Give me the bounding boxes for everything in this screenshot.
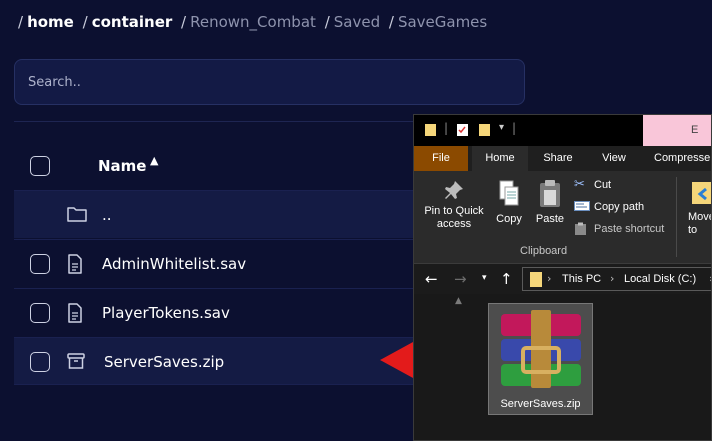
ribbon: Pin to Quick access Copy Paste ✂ Cut Cop… bbox=[414, 171, 711, 264]
separator-icon: | bbox=[512, 121, 517, 135]
folder-icon bbox=[66, 204, 88, 228]
row-checkbox[interactable] bbox=[30, 254, 50, 274]
file-name[interactable]: PlayerTokens.sav bbox=[102, 304, 230, 322]
chevron-right-icon[interactable]: › bbox=[547, 272, 551, 285]
tab-view[interactable]: View bbox=[594, 146, 634, 171]
select-all-checkbox[interactable] bbox=[30, 156, 50, 176]
pc-folder-icon bbox=[530, 272, 542, 287]
scissors-icon: ✂ bbox=[574, 176, 585, 191]
paste-label: Paste bbox=[535, 213, 565, 225]
document-icon bbox=[66, 253, 84, 279]
title-bar: | ▾ | E bbox=[414, 115, 711, 146]
copy-button[interactable]: Copy bbox=[492, 179, 526, 226]
explorer-window: | ▾ | E File Home Share View Compresse P… bbox=[413, 114, 712, 441]
file-name[interactable]: .. bbox=[102, 206, 112, 224]
file-tile-label: ServerSaves.zip bbox=[500, 398, 581, 410]
breadcrumb-separator: / bbox=[82, 13, 88, 31]
address-this-pc[interactable]: This PC bbox=[562, 273, 601, 285]
tab-share[interactable]: Share bbox=[534, 146, 582, 171]
move-to-label: Move to bbox=[688, 211, 711, 236]
breadcrumb-container[interactable]: container bbox=[92, 13, 173, 31]
breadcrumb: / home / container / Renown_Combat / Saved /… bbox=[14, 13, 487, 31]
new-folder-icon[interactable] bbox=[478, 123, 492, 137]
breadcrumb-separator: / bbox=[324, 13, 330, 31]
pin-label: Pin to Quick access bbox=[424, 205, 484, 230]
title-tab[interactable]: E bbox=[643, 115, 711, 146]
breadcrumb-separator: / bbox=[18, 13, 24, 31]
tab-file[interactable]: File bbox=[414, 146, 468, 171]
name-column-header[interactable]: Name bbox=[98, 157, 146, 175]
up-arrow-icon[interactable]: ↑ bbox=[500, 270, 513, 288]
copy-icon bbox=[499, 180, 519, 206]
tab-compressed[interactable]: Compresse bbox=[654, 146, 711, 171]
sort-ascending-icon[interactable]: ▲ bbox=[150, 154, 158, 167]
pin-to-quick-access-button[interactable]: Pin to Quick access bbox=[418, 179, 490, 231]
back-arrow-icon[interactable]: ← bbox=[425, 270, 438, 288]
row-checkbox[interactable] bbox=[30, 352, 50, 372]
properties-icon[interactable] bbox=[456, 123, 470, 137]
breadcrumb-savegames[interactable]: SaveGames bbox=[398, 13, 487, 31]
copy-path-label: Copy path bbox=[594, 201, 645, 213]
paste-icon bbox=[540, 180, 560, 207]
cut-label: Cut bbox=[594, 179, 612, 191]
scroll-up-icon[interactable]: ▲ bbox=[455, 296, 462, 306]
breadcrumb-separator: / bbox=[388, 13, 394, 31]
ribbon-divider bbox=[676, 177, 677, 257]
archive-icon bbox=[66, 351, 86, 375]
file-name[interactable]: AdminWhitelist.sav bbox=[102, 255, 246, 273]
row-checkbox[interactable] bbox=[30, 303, 50, 323]
clipboard-group-label: Clipboard bbox=[520, 245, 568, 257]
pin-icon bbox=[445, 181, 463, 199]
folder-icon[interactable] bbox=[424, 123, 438, 137]
chevron-right-icon[interactable]: › bbox=[610, 272, 614, 285]
paste-shortcut-label: Paste shortcut bbox=[594, 223, 665, 235]
breadcrumb-renown-combat[interactable]: Renown_Combat bbox=[190, 13, 316, 31]
copy-path-icon bbox=[574, 201, 590, 211]
forward-arrow-icon[interactable]: → bbox=[454, 270, 467, 288]
document-icon bbox=[66, 302, 84, 328]
file-name[interactable]: ServerSaves.zip bbox=[104, 353, 224, 371]
customize-toolbar-icon[interactable]: ▾ bbox=[499, 122, 504, 133]
winrar-archive-icon bbox=[501, 310, 581, 388]
address-local-disk[interactable]: Local Disk (C:) bbox=[624, 273, 696, 285]
move-to-button[interactable]: Move to bbox=[684, 179, 711, 237]
address-field[interactable]: › This PC › Local Disk (C:) › bbox=[522, 267, 711, 291]
search-input[interactable] bbox=[15, 60, 524, 104]
paste-shortcut-icon bbox=[575, 222, 586, 235]
recent-locations-icon[interactable]: ▾ bbox=[482, 273, 487, 283]
file-view: ▲ ServerSaves.zip bbox=[414, 294, 711, 440]
tab-home[interactable]: Home bbox=[472, 146, 528, 171]
breadcrumb-home[interactable]: home bbox=[27, 13, 74, 31]
address-bar: ← → ▾ ↑ › This PC › Local Disk (C:) › bbox=[414, 264, 711, 294]
ribbon-tabs: File Home Share View Compresse bbox=[414, 146, 711, 171]
copy-label: Copy bbox=[496, 213, 522, 225]
paste-button[interactable]: Paste bbox=[532, 179, 568, 226]
separator-icon: | bbox=[444, 121, 449, 135]
move-to-icon bbox=[692, 182, 711, 204]
file-tile-serversaves[interactable]: ServerSaves.zip bbox=[488, 303, 593, 415]
search-box[interactable] bbox=[14, 59, 525, 105]
breadcrumb-separator: / bbox=[181, 13, 187, 31]
breadcrumb-saved[interactable]: Saved bbox=[334, 13, 380, 31]
